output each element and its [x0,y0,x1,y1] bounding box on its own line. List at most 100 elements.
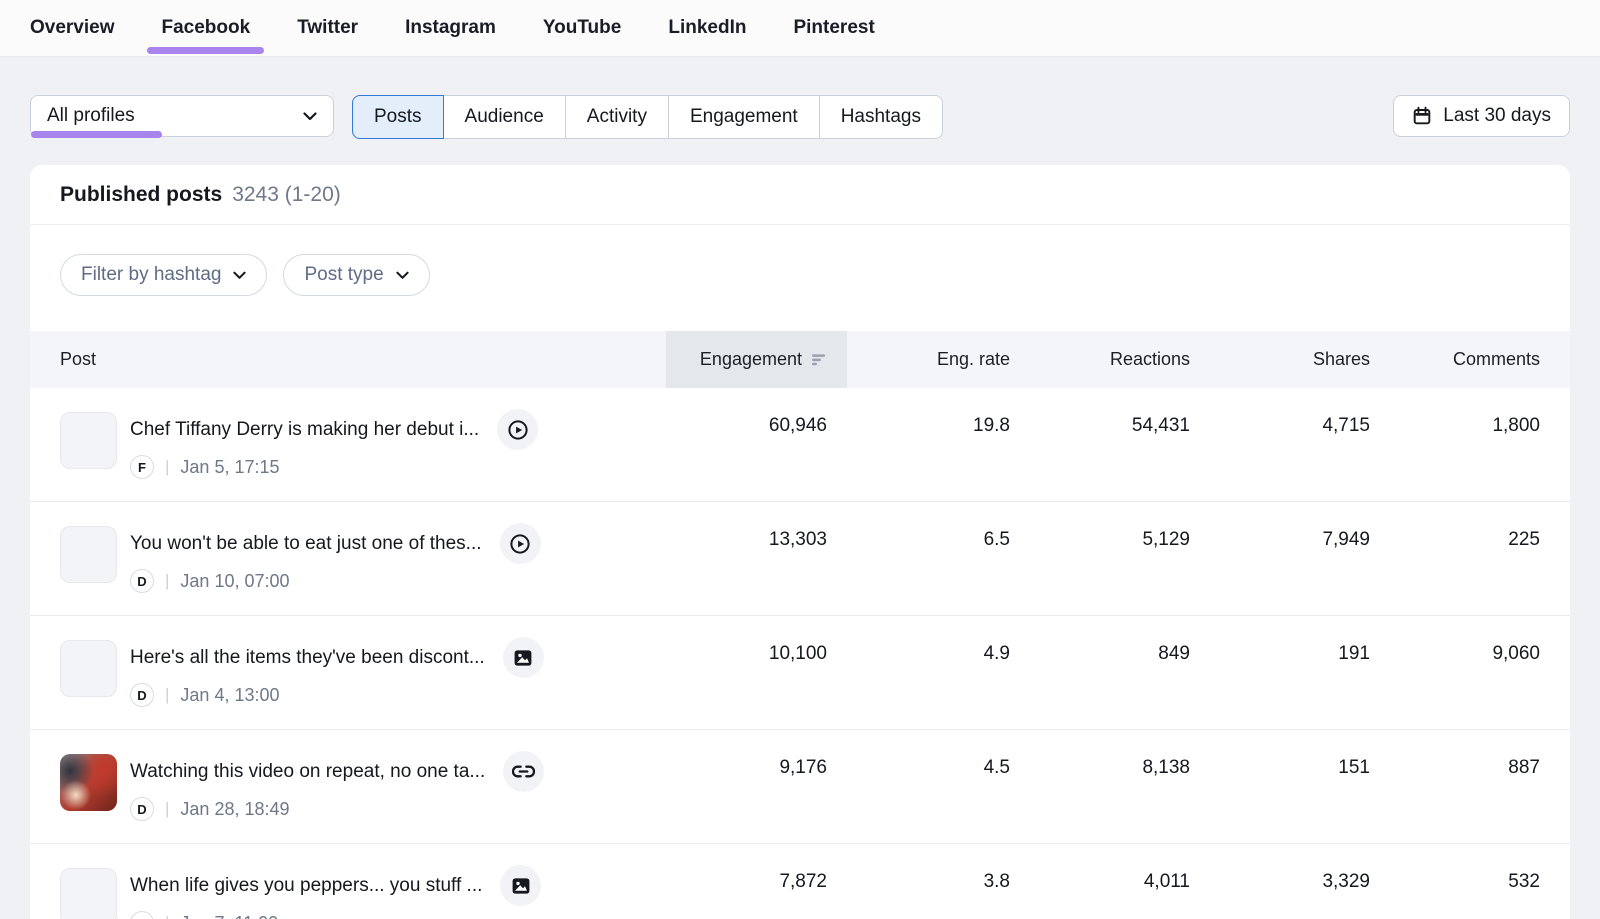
engagement-value: 13,303 [666,523,847,551]
post-media-type-icon[interactable] [503,751,544,792]
meta-separator: | [165,913,169,919]
column-header-reactions[interactable]: Reactions [1010,331,1190,388]
profiles-select[interactable]: All profiles [30,95,334,137]
tab-twitter[interactable]: Twitter [297,0,358,56]
reactions-value: 54,431 [1010,409,1190,437]
column-header-comments[interactable]: Comments [1370,331,1540,388]
post-type-label: Post type [304,264,383,286]
table-row: You won't be able to eat just one of the… [30,502,1570,616]
post-date: Jan 10, 07:00 [180,571,289,592]
reactions-value: 5,129 [1010,523,1190,551]
meta-separator: | [165,457,169,477]
tab-overview[interactable]: Overview [30,0,115,56]
table-row: Here's all the items they've been discon… [30,616,1570,730]
sort-descending-icon [811,352,827,367]
tab-pinterest[interactable]: Pinterest [793,0,874,56]
chevron-down-icon [233,271,246,280]
panel-count: 3243 (1-20) [232,183,341,207]
table-row: Watching this video on repeat, no one ta… [30,730,1570,844]
post-thumbnail[interactable] [60,640,117,697]
post-media-type-icon[interactable] [500,523,541,564]
link-icon [512,760,535,783]
eng-rate-value: 19.8 [847,409,1010,437]
post-cell: When life gives you peppers... you stuff… [60,865,666,919]
tab-instagram[interactable]: Instagram [405,0,496,56]
reactions-value: 849 [1010,637,1190,665]
profile-badge: D [130,911,154,919]
tab-youtube[interactable]: YouTube [543,0,621,56]
published-posts-panel: Published posts 3243 (1-20) Filter by ha… [30,165,1570,919]
filter-by-hashtag-dropdown[interactable]: Filter by hashtag [60,254,267,296]
eng-rate-value: 4.5 [847,751,1010,779]
view-tab-posts[interactable]: Posts [352,95,444,139]
panel-title: Published posts [60,183,222,207]
engagement-value: 7,872 [666,865,847,893]
post-cell: You won't be able to eat just one of the… [60,523,666,593]
toolbar: All profiles Posts Audience Activity Eng… [30,95,1570,139]
comments-value: 887 [1370,751,1540,779]
post-date: Jan 7, 11:00 [180,913,278,919]
view-tab-engagement[interactable]: Engagement [668,96,819,138]
column-header-shares[interactable]: Shares [1190,331,1370,388]
play-icon [507,419,529,441]
post-media-type-icon[interactable] [503,637,544,678]
post-cell: Chef Tiffany Derry is making her debut i… [60,409,666,479]
comments-value: 532 [1370,865,1540,893]
post-media-type-icon[interactable] [500,865,541,906]
post-cell: Watching this video on repeat, no one ta… [60,751,666,821]
post-thumbnail[interactable] [60,526,117,583]
post-media-type-icon[interactable] [497,409,538,450]
eng-rate-value: 6.5 [847,523,1010,551]
column-header-post: Post [60,331,666,388]
engagement-value: 60,946 [666,409,847,437]
post-thumbnail[interactable] [60,868,117,919]
comments-value: 225 [1370,523,1540,551]
post-thumbnail[interactable] [60,754,117,811]
meta-separator: | [165,799,169,819]
reactions-value: 8,138 [1010,751,1190,779]
post-title[interactable]: Watching this video on repeat, no one ta… [130,761,485,783]
image-icon [510,875,532,897]
date-range-label: Last 30 days [1443,105,1551,127]
post-thumbnail[interactable] [60,412,117,469]
filters-row: Filter by hashtag Post type [30,225,1570,331]
table-header: Post Engagement Eng. rate Reactions Shar… [30,331,1570,388]
shares-value: 151 [1190,751,1370,779]
profile-badge: D [130,797,154,821]
chevron-down-icon [396,271,409,280]
tab-facebook[interactable]: Facebook [162,0,251,56]
view-tab-activity[interactable]: Activity [565,96,668,138]
post-title[interactable]: When life gives you peppers... you stuff… [130,875,482,897]
post-type-dropdown[interactable]: Post type [283,254,429,296]
tab-linkedin[interactable]: LinkedIn [668,0,746,56]
shares-value: 3,329 [1190,865,1370,893]
meta-separator: | [165,685,169,705]
view-tab-hashtags[interactable]: Hashtags [819,96,942,138]
profiles-select-value: All profiles [47,105,135,127]
view-tabs: Posts Audience Activity Engagement Hasht… [352,95,943,139]
shares-value: 191 [1190,637,1370,665]
column-header-engagement[interactable]: Engagement [666,331,847,388]
meta-separator: | [165,571,169,591]
post-title[interactable]: You won't be able to eat just one of the… [130,533,482,555]
profile-badge: D [130,569,154,593]
post-date: Jan 5, 17:15 [180,457,279,478]
post-title[interactable]: Here's all the items they've been discon… [130,647,485,669]
profile-badge: F [130,455,154,479]
panel-header: Published posts 3243 (1-20) [30,165,1570,225]
eng-rate-value: 3.8 [847,865,1010,893]
post-title[interactable]: Chef Tiffany Derry is making her debut i… [130,419,479,441]
profile-badge: D [130,683,154,707]
post-cell: Here's all the items they've been discon… [60,637,666,707]
shares-value: 7,949 [1190,523,1370,551]
engagement-value: 9,176 [666,751,847,779]
filter-by-hashtag-label: Filter by hashtag [81,264,221,286]
date-range-button[interactable]: Last 30 days [1393,95,1570,137]
reactions-value: 4,011 [1010,865,1190,893]
view-tab-audience[interactable]: Audience [444,96,565,138]
engagement-value: 10,100 [666,637,847,665]
image-icon [512,647,534,669]
table-row: When life gives you peppers... you stuff… [30,844,1570,919]
comments-value: 9,060 [1370,637,1540,665]
column-header-eng-rate[interactable]: Eng. rate [847,331,1010,388]
